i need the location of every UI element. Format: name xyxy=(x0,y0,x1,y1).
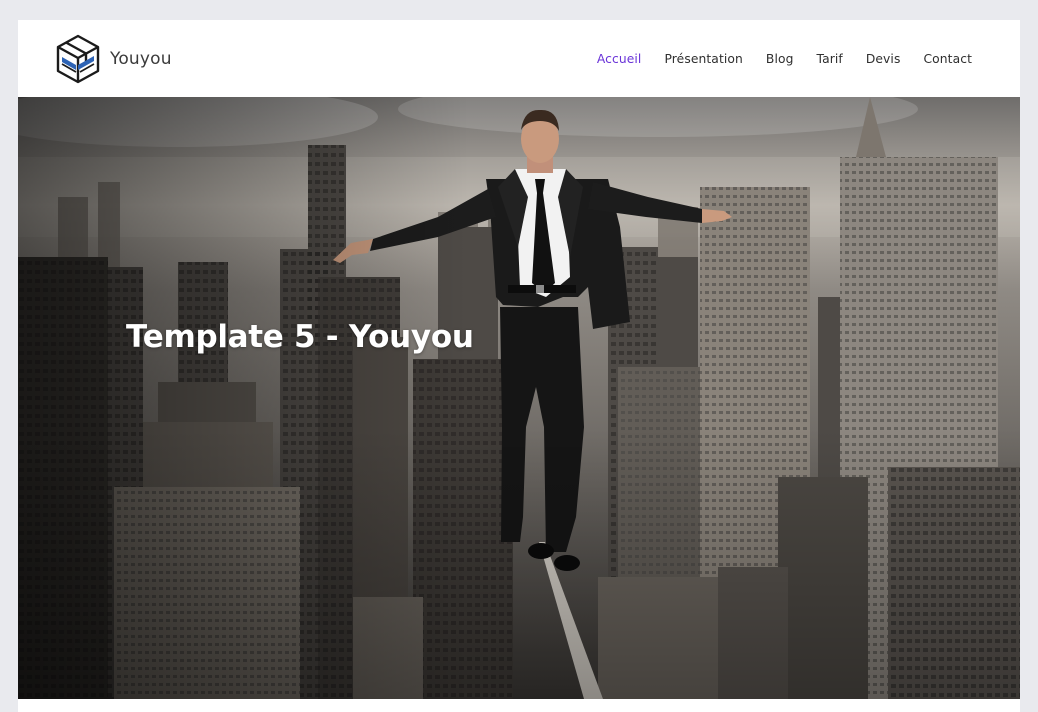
nav-item-contact[interactable]: Contact xyxy=(923,52,972,66)
main-nav: Accueil Présentation Blog Tarif Devis Co… xyxy=(597,20,972,97)
nav-item-devis[interactable]: Devis xyxy=(866,52,901,66)
hero-section: Template 5 - Youyou xyxy=(18,97,1020,699)
hero-title: Template 5 - Youyou xyxy=(126,319,474,355)
nav-item-blog[interactable]: Blog xyxy=(766,52,794,66)
brand-link[interactable]: Youyou xyxy=(54,33,172,85)
nav-item-accueil[interactable]: Accueil xyxy=(597,52,642,66)
hero-image xyxy=(18,97,1020,699)
box-logo-icon xyxy=(54,33,102,85)
brand-name: Youyou xyxy=(110,49,172,69)
site-header: Youyou Accueil Présentation Blog Tarif D… xyxy=(18,20,1020,97)
page-frame: Youyou Accueil Présentation Blog Tarif D… xyxy=(18,20,1020,712)
nav-item-tarif[interactable]: Tarif xyxy=(817,52,843,66)
nav-item-presentation[interactable]: Présentation xyxy=(664,52,742,66)
